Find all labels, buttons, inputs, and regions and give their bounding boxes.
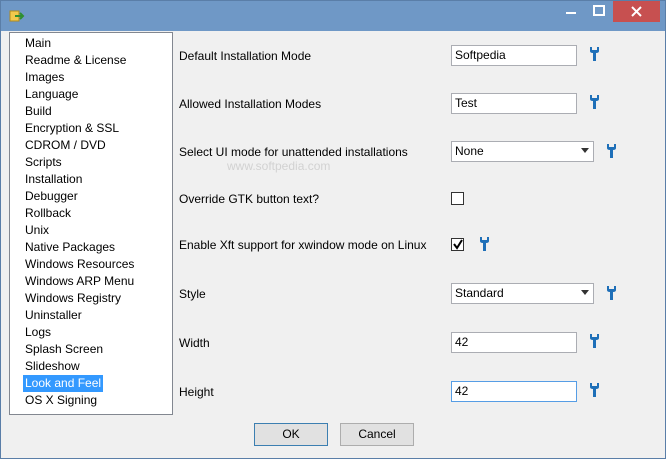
- sidebar-item-logs[interactable]: Logs: [23, 324, 53, 341]
- checkmark-icon: [453, 239, 463, 250]
- sidebar-item-readme-license[interactable]: Readme & License: [23, 52, 128, 69]
- ok-button[interactable]: OK: [254, 423, 328, 446]
- sidebar-item-images[interactable]: Images: [23, 69, 66, 86]
- wrench-icon[interactable]: [588, 382, 601, 398]
- title-bar[interactable]: [1, 1, 665, 31]
- sidebar-item-encryption[interactable]: Encryption & SSL: [23, 120, 121, 137]
- sidebar-item-rollback[interactable]: Rollback: [23, 205, 73, 222]
- minimize-button[interactable]: [557, 1, 585, 22]
- allowed-modes-label: Allowed Installation Modes: [179, 97, 322, 111]
- sidebar-item-os-x-signing[interactable]: OS X Signing: [23, 392, 99, 409]
- default-mode-label: Default Installation Mode: [179, 49, 312, 63]
- width-field[interactable]: 42: [451, 332, 577, 353]
- minimize-icon: [566, 12, 576, 14]
- sidebar-item-windows-registry[interactable]: Windows Registry: [23, 290, 123, 307]
- category-list[interactable]: Main Readme & License Images Language Bu…: [9, 32, 173, 415]
- wrench-icon[interactable]: [605, 143, 618, 159]
- style-label: Style: [179, 287, 206, 301]
- sidebar-item-splash-screen[interactable]: Splash Screen: [23, 341, 105, 358]
- close-icon: [631, 6, 642, 17]
- height-field[interactable]: 42: [451, 381, 577, 402]
- sidebar-item-debugger[interactable]: Debugger: [23, 188, 80, 205]
- allowed-modes-field[interactable]: Test: [451, 93, 577, 114]
- sidebar-item-main[interactable]: Main: [23, 35, 53, 52]
- wrench-icon[interactable]: [588, 333, 601, 349]
- xft-support-label: Enable Xft support for xwindow mode on L…: [179, 238, 427, 252]
- sidebar-item-slideshow[interactable]: Slideshow: [23, 358, 82, 375]
- sidebar-item-look-and-feel[interactable]: Look and Feel: [23, 375, 104, 392]
- chevron-down-icon: [581, 290, 589, 295]
- sidebar-item-installation[interactable]: Installation: [23, 171, 84, 188]
- maximize-button[interactable]: [585, 1, 613, 22]
- wrench-icon[interactable]: [588, 46, 601, 62]
- app-icon: [9, 8, 25, 24]
- unattended-ui-value: None: [455, 144, 484, 158]
- xft-support-checkbox[interactable]: [451, 238, 464, 251]
- style-value: Standard: [455, 286, 504, 300]
- unattended-ui-select[interactable]: None: [451, 141, 594, 162]
- wrench-icon[interactable]: [478, 236, 491, 252]
- sidebar-item-unix[interactable]: Unix: [23, 222, 51, 239]
- watermark: www.softpedia.com: [227, 159, 331, 173]
- sidebar-item-cdrom[interactable]: CDROM / DVD: [23, 137, 108, 154]
- sidebar-item-scripts[interactable]: Scripts: [23, 154, 64, 171]
- sidebar-item-build[interactable]: Build: [23, 103, 54, 120]
- wrench-icon[interactable]: [588, 94, 601, 110]
- maximize-icon: [593, 5, 605, 16]
- unattended-ui-label: Select UI mode for unattended installati…: [179, 145, 408, 159]
- sidebar-item-windows-resources[interactable]: Windows Resources: [23, 256, 136, 273]
- chevron-down-icon: [581, 148, 589, 153]
- height-label: Height: [179, 385, 214, 399]
- style-select[interactable]: Standard: [451, 283, 594, 304]
- sidebar-item-native-packages[interactable]: Native Packages: [23, 239, 117, 256]
- gtk-override-checkbox[interactable]: [451, 192, 464, 205]
- sidebar-item-windows-arp-menu[interactable]: Windows ARP Menu: [23, 273, 136, 290]
- width-label: Width: [179, 336, 210, 350]
- gtk-override-label: Override GTK button text?: [179, 192, 320, 206]
- dialog-body: Main Readme & License Images Language Bu…: [9, 32, 659, 452]
- application-window: Main Readme & License Images Language Bu…: [0, 0, 666, 459]
- cancel-button[interactable]: Cancel: [340, 423, 414, 446]
- default-mode-field[interactable]: Softpedia: [451, 45, 577, 66]
- wrench-icon[interactable]: [605, 285, 618, 301]
- sidebar-item-language[interactable]: Language: [23, 86, 80, 103]
- sidebar-item-uninstaller[interactable]: Uninstaller: [23, 307, 84, 324]
- close-button[interactable]: [613, 1, 660, 22]
